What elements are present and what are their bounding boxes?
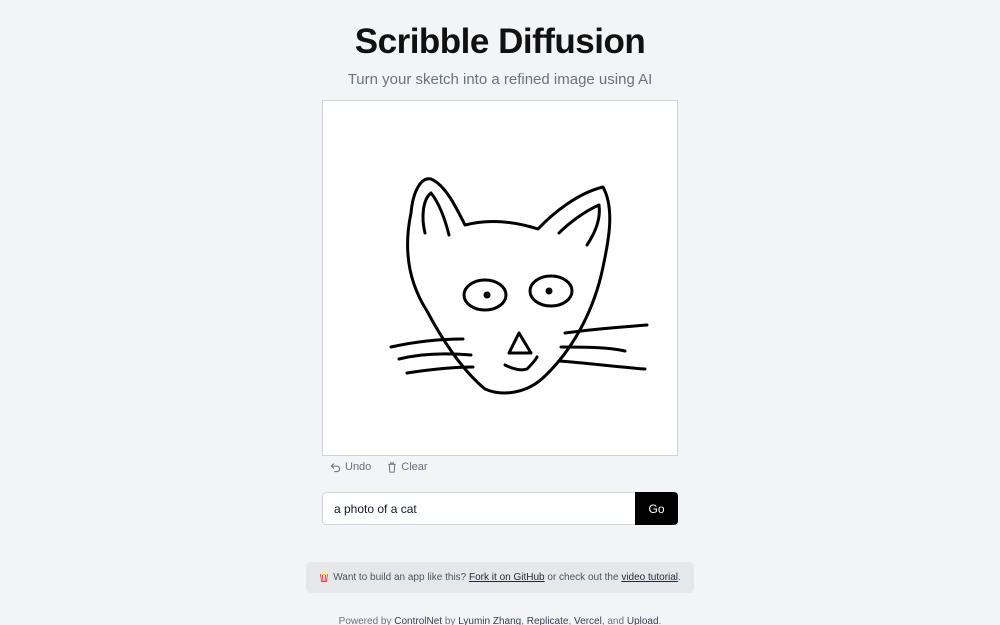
- popcorn-icon: [319, 570, 329, 585]
- footer-end: .: [658, 616, 662, 625]
- prompt-input[interactable]: [322, 492, 635, 525]
- undo-label: Undo: [345, 461, 372, 473]
- canvas-toolbar: Undo Clear: [330, 461, 428, 473]
- promo-text-before: Want to build an app like this?: [333, 572, 467, 583]
- clear-button[interactable]: Clear: [387, 461, 428, 473]
- page-subtitle: Turn your sketch into a refined image us…: [347, 71, 653, 88]
- footer: Powered by ControlNet by Lyumin Zhang, R…: [0, 616, 1000, 625]
- vercel-link[interactable]: Vercel: [574, 616, 602, 625]
- footer-sep-2: ,: [568, 616, 572, 625]
- undo-button[interactable]: Undo: [330, 461, 371, 473]
- promo-banner: Want to build an app like this? Fork it …: [306, 562, 694, 593]
- controlnet-link[interactable]: ControlNet: [394, 616, 442, 625]
- clear-label: Clear: [401, 461, 428, 473]
- video-tutorial-link[interactable]: video tutorial: [621, 572, 678, 583]
- promo-text-middle: or check out the: [547, 572, 619, 583]
- sketch-canvas[interactable]: [322, 100, 678, 456]
- prompt-form: Go: [322, 492, 678, 525]
- promo-text-end: .: [678, 572, 681, 583]
- page: Scribble Diffusion Turn your sketch into…: [0, 0, 1000, 625]
- fork-github-link[interactable]: Fork it on GitHub: [469, 572, 545, 583]
- replicate-link[interactable]: Replicate: [527, 616, 569, 625]
- footer-powered-by: Powered by: [338, 616, 392, 625]
- upload-link[interactable]: Upload: [627, 616, 659, 625]
- footer-and: , and: [601, 616, 625, 625]
- page-title: Scribble Diffusion: [354, 22, 646, 61]
- cat-sketch-drawing: [389, 177, 649, 395]
- footer-sep-1: ,: [521, 616, 524, 625]
- trash-icon: [387, 461, 397, 473]
- author-link[interactable]: Lyumin Zhang: [458, 616, 521, 625]
- undo-icon: [330, 462, 341, 473]
- go-button[interactable]: Go: [635, 492, 678, 525]
- footer-by: by: [444, 616, 456, 625]
